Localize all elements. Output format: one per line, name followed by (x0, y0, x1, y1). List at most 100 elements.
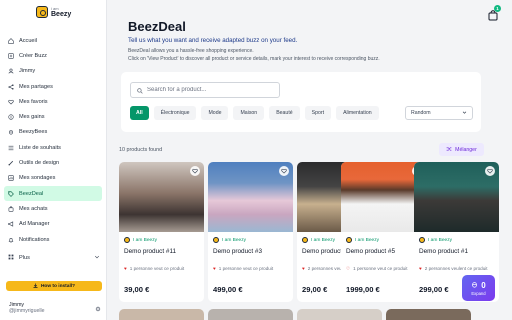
sidebar-item-outils-de-design[interactable]: Outils de design (4, 155, 102, 170)
favorite-heart-icon[interactable] (190, 166, 200, 176)
bee-logo-icon (36, 6, 48, 18)
product-card-partial[interactable] (208, 309, 293, 320)
app-logo[interactable]: i am Beezy (36, 6, 71, 18)
interest-count: ♥ 2 personnes veulent ce produit (419, 266, 495, 272)
favorite-heart-icon[interactable] (279, 166, 289, 176)
sort-select[interactable]: Random (405, 106, 473, 120)
expand-widget-button[interactable]: 0 Expand (462, 275, 495, 301)
seller-name: I am Beezy (355, 237, 379, 243)
product-name[interactable]: Demo product #1 (419, 248, 468, 255)
product-card-partial[interactable] (119, 309, 204, 320)
sidebar-nav: Accueil Créer Buzz Jimmy Mes partages Me… (4, 33, 102, 247)
shuffle-icon (446, 146, 452, 154)
sidebar-item-mes-partages[interactable]: Mes partages (4, 79, 102, 94)
sidebar-more-toggle[interactable]: Plus (8, 254, 100, 262)
seller-badge: I am Beezy (124, 237, 157, 243)
bee-icon (471, 281, 478, 290)
search-input[interactable] (147, 87, 277, 93)
bag-icon (8, 206, 14, 212)
sidebar-item-label: Accueil (19, 37, 38, 44)
sidebar-item-label: Liste de souhaits (19, 144, 61, 151)
seller-name: I am Beezy (133, 237, 157, 243)
sidebar-item-liste-de-souhaits[interactable]: Liste de souhaits (4, 140, 102, 155)
category-chip-beaute[interactable]: Beauté (269, 106, 300, 120)
sidebar-item-label: BeezyBees (19, 129, 48, 136)
sidebar-item-mes-gains[interactable]: Mes gains (4, 109, 102, 124)
sidebar-item-mes-achats[interactable]: Mes achats (4, 201, 102, 216)
heart-filled-icon: ♥ (213, 266, 216, 271)
page-instructions: Click on 'View Product' to discover all … (128, 56, 380, 62)
sidebar-item-jimmy[interactable]: Jimmy (4, 64, 102, 79)
search-box[interactable] (130, 82, 280, 98)
product-card-partial[interactable] (386, 309, 471, 320)
favorite-heart-icon[interactable] (485, 166, 495, 176)
sidebar-item-label: Mes partages (19, 83, 53, 90)
sidebar-item-label: BeezDeal (19, 190, 44, 197)
category-chip-electronique[interactable]: Électronique (153, 106, 197, 120)
category-chip-sport[interactable]: Sport (304, 106, 332, 120)
share-icon (8, 83, 14, 90)
how-to-install-button[interactable]: How to install? (6, 281, 102, 291)
seller-badge: I am Beezy (302, 237, 335, 243)
product-name[interactable]: Demo product #3 (213, 248, 262, 255)
interest-text: 1 personne veut ce produit (218, 266, 274, 271)
category-filters: All Électronique Mode Maison Beauté Spor… (130, 106, 379, 120)
interest-count: ♥ 1 personne veut ce produit (124, 266, 200, 272)
sidebar-item-accueil[interactable]: Accueil (4, 33, 102, 48)
expand-count: 0 (481, 280, 486, 290)
sidebar-item-label: Mes gains (19, 114, 45, 121)
sidebar-item-label: Mes achats (19, 205, 48, 212)
bee-icon (8, 129, 14, 135)
category-chip-mode[interactable]: Mode (201, 106, 229, 120)
poll-icon (8, 175, 14, 182)
user-icon (8, 68, 14, 74)
settings-icon[interactable] (95, 299, 101, 317)
page-description: BeezDeal allows you a hassle-free shoppi… (128, 48, 254, 54)
category-chip-all[interactable]: All (130, 106, 149, 120)
product-card[interactable]: I am Beezy Demo product #11 ♥ 1 personne … (119, 162, 204, 302)
heart-filled-icon: ♥ (302, 266, 305, 271)
sidebar-item-label: Notifications (19, 236, 50, 243)
heart-filled-icon: ♥ (124, 266, 127, 271)
megaphone-icon (8, 221, 14, 227)
sidebar-item-ad-manager[interactable]: Ad Manager (4, 217, 102, 232)
seller-name: I am Beezy (222, 237, 246, 243)
shuffle-button[interactable]: Mélanger (439, 143, 484, 156)
coins-icon (8, 114, 14, 120)
bee-avatar-icon (124, 237, 130, 243)
product-card-partial[interactable] (297, 309, 382, 320)
seller-name: I am Beezy (311, 237, 335, 243)
results-count: 10 products found (119, 147, 163, 153)
sidebar-item-creer-buzz[interactable]: Créer Buzz (4, 48, 102, 63)
product-card[interactable]: I am Beezy Demo product #3 ♥ 1 personne v… (208, 162, 293, 302)
sidebar-item-label: Jimmy (19, 68, 36, 75)
page-subtitle: Tell us what you want and receive adapte… (128, 37, 298, 44)
sidebar-item-mes-favoris[interactable]: Mes favoris (4, 94, 102, 109)
heart-outline-icon: ♡ (346, 266, 351, 271)
tag-icon (8, 190, 14, 197)
category-chip-maison[interactable]: Maison (233, 106, 265, 120)
sidebar-item-mes-sondages[interactable]: Mes sondages (4, 171, 102, 186)
expand-label: Expand (471, 290, 486, 296)
product-name[interactable]: Demo product #5 (346, 248, 395, 255)
interest-count: ♥ 1 personne veut ce produit (213, 266, 289, 272)
install-label: How to install? (40, 283, 76, 289)
chevron-down-icon (94, 254, 100, 262)
sidebar-item-label: Mes favoris (19, 98, 48, 105)
brush-icon (8, 160, 14, 166)
sort-value: Random (411, 110, 431, 116)
logo-title: Beezy (51, 10, 72, 18)
cart-count-badge: 1 (494, 5, 501, 12)
bee-avatar-icon (302, 237, 308, 243)
sidebar-item-label: Mes sondages (19, 175, 56, 182)
plus-square-icon (8, 53, 14, 59)
sidebar-item-beezybees[interactable]: BeezyBees (4, 125, 102, 140)
product-price: 299,00 € (419, 285, 449, 294)
sidebar-item-notifications[interactable]: Notifications (4, 232, 102, 247)
product-name[interactable]: Demo product #11 (124, 248, 176, 255)
chevron-down-icon (462, 110, 467, 117)
sidebar-item-beezdeal[interactable]: BeezDeal (4, 185, 102, 202)
bee-avatar-icon (213, 237, 219, 243)
user-profile[interactable]: Jimmy @jimmyriguelle (9, 299, 101, 317)
category-chip-alimentation[interactable]: Alimentation (336, 106, 379, 120)
